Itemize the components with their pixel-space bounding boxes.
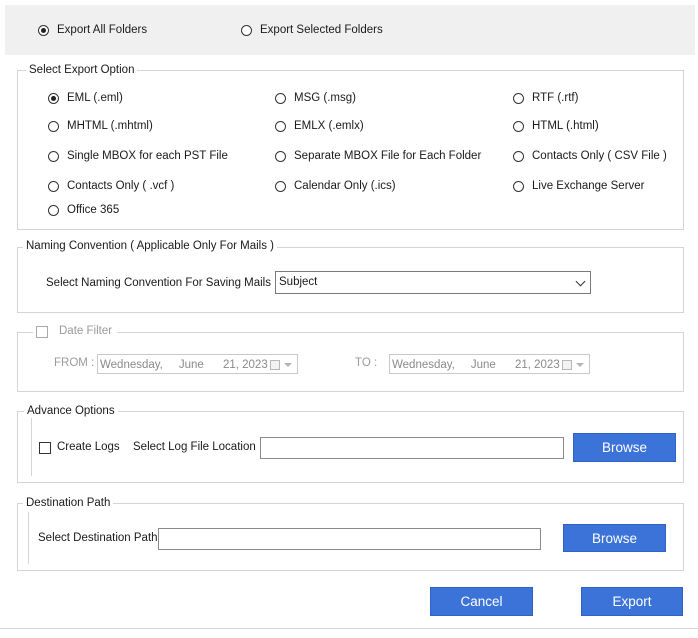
- log-location-label: Select Log File Location :: [133, 441, 263, 453]
- option-contacts-vcf-label[interactable]: Contacts Only ( .vcf ): [67, 180, 174, 192]
- option-eml-label[interactable]: EML (.eml): [67, 92, 123, 104]
- option-office365-label[interactable]: Office 365: [67, 204, 119, 216]
- option-contacts-vcf-radio[interactable]: [48, 181, 59, 192]
- export-selected-folders-radio[interactable]: [241, 25, 252, 36]
- destination-browse-button[interactable]: Browse: [563, 524, 666, 552]
- bottom-divider: [0, 628, 698, 629]
- create-logs-label[interactable]: Create Logs: [57, 441, 120, 453]
- option-office365-radio[interactable]: [48, 205, 59, 216]
- naming-convention-label: Select Naming Convention For Saving Mail…: [46, 277, 271, 289]
- from-date-picker[interactable]: Wednesday, June 21, 2023: [97, 354, 298, 374]
- destination-path-input[interactable]: [158, 528, 541, 550]
- from-label: FROM :: [54, 357, 95, 369]
- destination-divider: [28, 512, 29, 564]
- option-live-exchange-label[interactable]: Live Exchange Server: [532, 180, 645, 192]
- export-all-folders-label[interactable]: Export All Folders: [57, 24, 147, 36]
- chevron-down-icon: [575, 276, 586, 287]
- option-mhtml-label[interactable]: MHTML (.mhtml): [67, 120, 153, 132]
- naming-convention-legend: Naming Convention ( Applicable Only For …: [23, 240, 277, 252]
- from-date-value: Wednesday, June 21, 2023: [100, 359, 268, 371]
- to-date-value: Wednesday, June 21, 2023: [392, 359, 560, 371]
- to-label: TO :: [355, 357, 378, 369]
- export-option-legend: Select Export Option: [26, 64, 138, 76]
- option-eml-radio[interactable]: [48, 93, 59, 104]
- export-all-folders-radio[interactable]: [38, 25, 49, 36]
- advance-options-divider: [31, 418, 32, 476]
- option-contacts-csv-radio[interactable]: [513, 151, 524, 162]
- log-browse-button[interactable]: Browse: [573, 433, 676, 462]
- option-msg-radio[interactable]: [275, 93, 286, 104]
- create-logs-checkbox[interactable]: [39, 442, 51, 454]
- date-filter-checkbox[interactable]: [36, 326, 48, 338]
- option-single-mbox-label[interactable]: Single MBOX for each PST File: [67, 150, 228, 162]
- option-calendar-radio[interactable]: [275, 181, 286, 192]
- option-emlx-radio[interactable]: [275, 121, 286, 132]
- option-calendar-label[interactable]: Calendar Only (.ics): [294, 180, 396, 192]
- option-html-label[interactable]: HTML (.html): [532, 120, 599, 132]
- to-date-picker[interactable]: Wednesday, June 21, 2023: [389, 354, 590, 374]
- option-separate-mbox-label[interactable]: Separate MBOX File for Each Folder: [294, 150, 481, 162]
- option-single-mbox-radio[interactable]: [48, 151, 59, 162]
- option-rtf-radio[interactable]: [513, 93, 524, 104]
- destination-path-legend: Destination Path: [23, 497, 114, 509]
- naming-convention-select[interactable]: Subject: [275, 271, 591, 294]
- log-location-input[interactable]: [260, 437, 564, 459]
- date-filter-label[interactable]: Date Filter: [59, 325, 112, 337]
- naming-convention-value: Subject: [279, 276, 318, 288]
- export-button[interactable]: Export: [581, 587, 683, 616]
- option-contacts-csv-label[interactable]: Contacts Only ( CSV File ): [532, 150, 667, 162]
- calendar-icon: [270, 360, 280, 370]
- dropdown-caret-icon: [576, 363, 584, 367]
- option-html-radio[interactable]: [513, 121, 524, 132]
- option-separate-mbox-radio[interactable]: [275, 151, 286, 162]
- advance-options-legend: Advance Options: [24, 405, 118, 417]
- option-mhtml-radio[interactable]: [48, 121, 59, 132]
- option-msg-label[interactable]: MSG (.msg): [294, 92, 356, 104]
- dropdown-caret-icon: [284, 363, 292, 367]
- destination-path-label: Select Destination Path: [38, 532, 158, 544]
- option-live-exchange-radio[interactable]: [513, 181, 524, 192]
- option-emlx-label[interactable]: EMLX (.emlx): [294, 120, 364, 132]
- export-selected-folders-label[interactable]: Export Selected Folders: [260, 24, 383, 36]
- option-rtf-label[interactable]: RTF (.rtf): [532, 92, 578, 104]
- cancel-button[interactable]: Cancel: [430, 587, 533, 616]
- calendar-icon: [562, 360, 572, 370]
